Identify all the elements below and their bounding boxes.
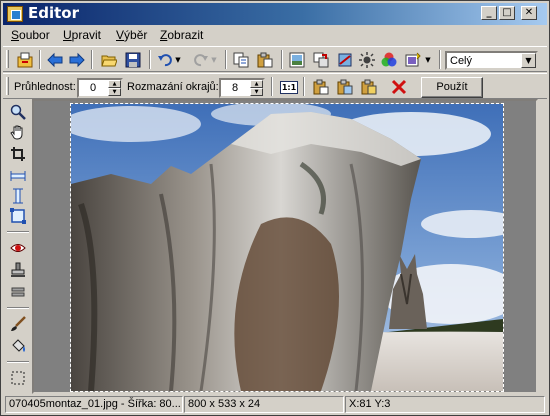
actual-size-button[interactable]: 1:1	[279, 77, 299, 97]
transparency-stepper[interactable]: 0 ▲ ▼	[77, 78, 123, 98]
image-canvas[interactable]	[32, 99, 538, 394]
toolbar-separator	[149, 50, 151, 69]
close-button[interactable]: ✕	[521, 6, 537, 20]
redo-dropdown-icon[interactable]: ▼	[209, 50, 219, 70]
palette-separator	[7, 231, 29, 233]
toolbar-separator	[271, 77, 273, 96]
options-toolbar: Průhlednost: 0 ▲ ▼ Rozmazání okrajů: 8 ▲ ▼…	[3, 73, 547, 99]
selection-marquee-icon[interactable]	[9, 369, 27, 387]
toolbar-separator	[303, 77, 305, 96]
palette-separator	[7, 307, 29, 309]
spin-down-icon[interactable]: ▼	[250, 88, 263, 96]
paste-new-icon[interactable]	[335, 77, 355, 97]
stamp-icon[interactable]	[9, 261, 27, 279]
status-bar: 070405montaz_01.jpg - Šířka: 80... 800 x…	[3, 394, 547, 414]
save-disk-icon[interactable]	[123, 50, 143, 70]
status-coordinates: X:81 Y:3	[345, 396, 545, 413]
toolbar-separator	[225, 50, 227, 69]
vertical-ruler-icon[interactable]	[9, 187, 27, 205]
apply-button[interactable]: Použít	[421, 77, 483, 98]
new-document-icon[interactable]	[15, 50, 35, 70]
fill-bucket-icon[interactable]	[9, 337, 27, 355]
undo-dropdown-icon[interactable]: ▼	[173, 50, 183, 70]
menu-zobrazit[interactable]: Zobrazit	[160, 28, 203, 42]
toolbar-separator	[439, 50, 441, 69]
image-transform-icon[interactable]	[287, 50, 307, 70]
toolbar-grip[interactable]	[6, 50, 9, 68]
menu-vyber[interactable]: Výběr	[116, 28, 147, 42]
toolbar-separator	[39, 50, 41, 69]
zoom-select-value: Celý	[450, 55, 473, 67]
palette-separator	[7, 361, 29, 363]
back-arrow-icon[interactable]	[45, 50, 65, 70]
paste-merge-icon[interactable]	[359, 77, 379, 97]
actual-size-label: 1:1	[279, 80, 299, 94]
brightness-icon[interactable]	[357, 50, 377, 70]
redo-icon[interactable]	[191, 50, 211, 70]
minimize-button[interactable]: _	[481, 6, 497, 20]
zoom-magnifier-icon[interactable]	[9, 103, 27, 121]
main-toolbar: ▼ ▼ ▼ Celý ▼	[3, 46, 547, 72]
rotate-image-icon[interactable]	[335, 50, 355, 70]
paste-icon[interactable]	[255, 50, 275, 70]
transparency-label: Průhlednost:	[14, 81, 76, 93]
tool-palette	[3, 101, 31, 393]
toolbar-separator	[91, 50, 93, 69]
menu-soubor[interactable]: Soubor	[11, 28, 50, 42]
spin-up-icon[interactable]: ▲	[250, 80, 263, 88]
cancel-x-icon[interactable]	[389, 77, 409, 97]
undo-icon[interactable]	[155, 50, 175, 70]
open-folder-icon[interactable]	[99, 50, 119, 70]
chevron-down-icon[interactable]: ▼	[521, 53, 536, 68]
toolbar-grip[interactable]	[6, 77, 9, 95]
paste-selection-icon[interactable]	[311, 77, 331, 97]
feather-value[interactable]: 8	[221, 82, 249, 94]
crop-icon[interactable]	[9, 145, 27, 163]
hand-pan-icon[interactable]	[9, 123, 27, 141]
copy-icon[interactable]	[231, 50, 251, 70]
red-eye-icon[interactable]	[9, 239, 27, 257]
vertical-scrollbar[interactable]	[538, 99, 547, 394]
transparency-value[interactable]: 0	[79, 82, 107, 94]
title-bar[interactable]: Editor _ □ ✕	[3, 3, 547, 25]
toolbar-separator	[281, 50, 283, 69]
color-balance-icon[interactable]	[379, 50, 399, 70]
forward-arrow-icon[interactable]	[67, 50, 87, 70]
status-file-info: 070405montaz_01.jpg - Šířka: 80...	[5, 396, 183, 413]
menu-bar: Soubor Upravit Výběr Zobrazit	[3, 26, 547, 45]
resize-icon[interactable]	[311, 50, 331, 70]
app-icon	[7, 6, 23, 22]
effects-icon[interactable]	[403, 50, 423, 70]
horizontal-ruler-icon[interactable]	[9, 167, 27, 185]
window-title: Editor	[28, 4, 79, 22]
smudge-icon[interactable]	[9, 283, 27, 301]
rect-select-frame-icon[interactable]	[9, 207, 27, 225]
feather-stepper[interactable]: 8 ▲ ▼	[219, 78, 265, 98]
menu-upravit[interactable]: Upravit	[63, 28, 101, 42]
photo-image[interactable]	[70, 103, 504, 392]
zoom-select[interactable]: Celý ▼	[445, 51, 538, 70]
tree-stump-photo	[71, 104, 503, 391]
editor-window: Editor _ □ ✕ Soubor Upravit Výběr Zobraz…	[0, 0, 550, 416]
effects-dropdown-icon[interactable]: ▼	[423, 50, 433, 70]
maximize-button[interactable]: □	[499, 6, 515, 20]
brush-icon[interactable]	[9, 315, 27, 333]
spin-up-icon[interactable]: ▲	[108, 80, 121, 88]
status-dimensions: 800 x 533 x 24	[184, 396, 344, 413]
feather-label: Rozmazání okrajů:	[127, 81, 219, 93]
spin-down-icon[interactable]: ▼	[108, 88, 121, 96]
